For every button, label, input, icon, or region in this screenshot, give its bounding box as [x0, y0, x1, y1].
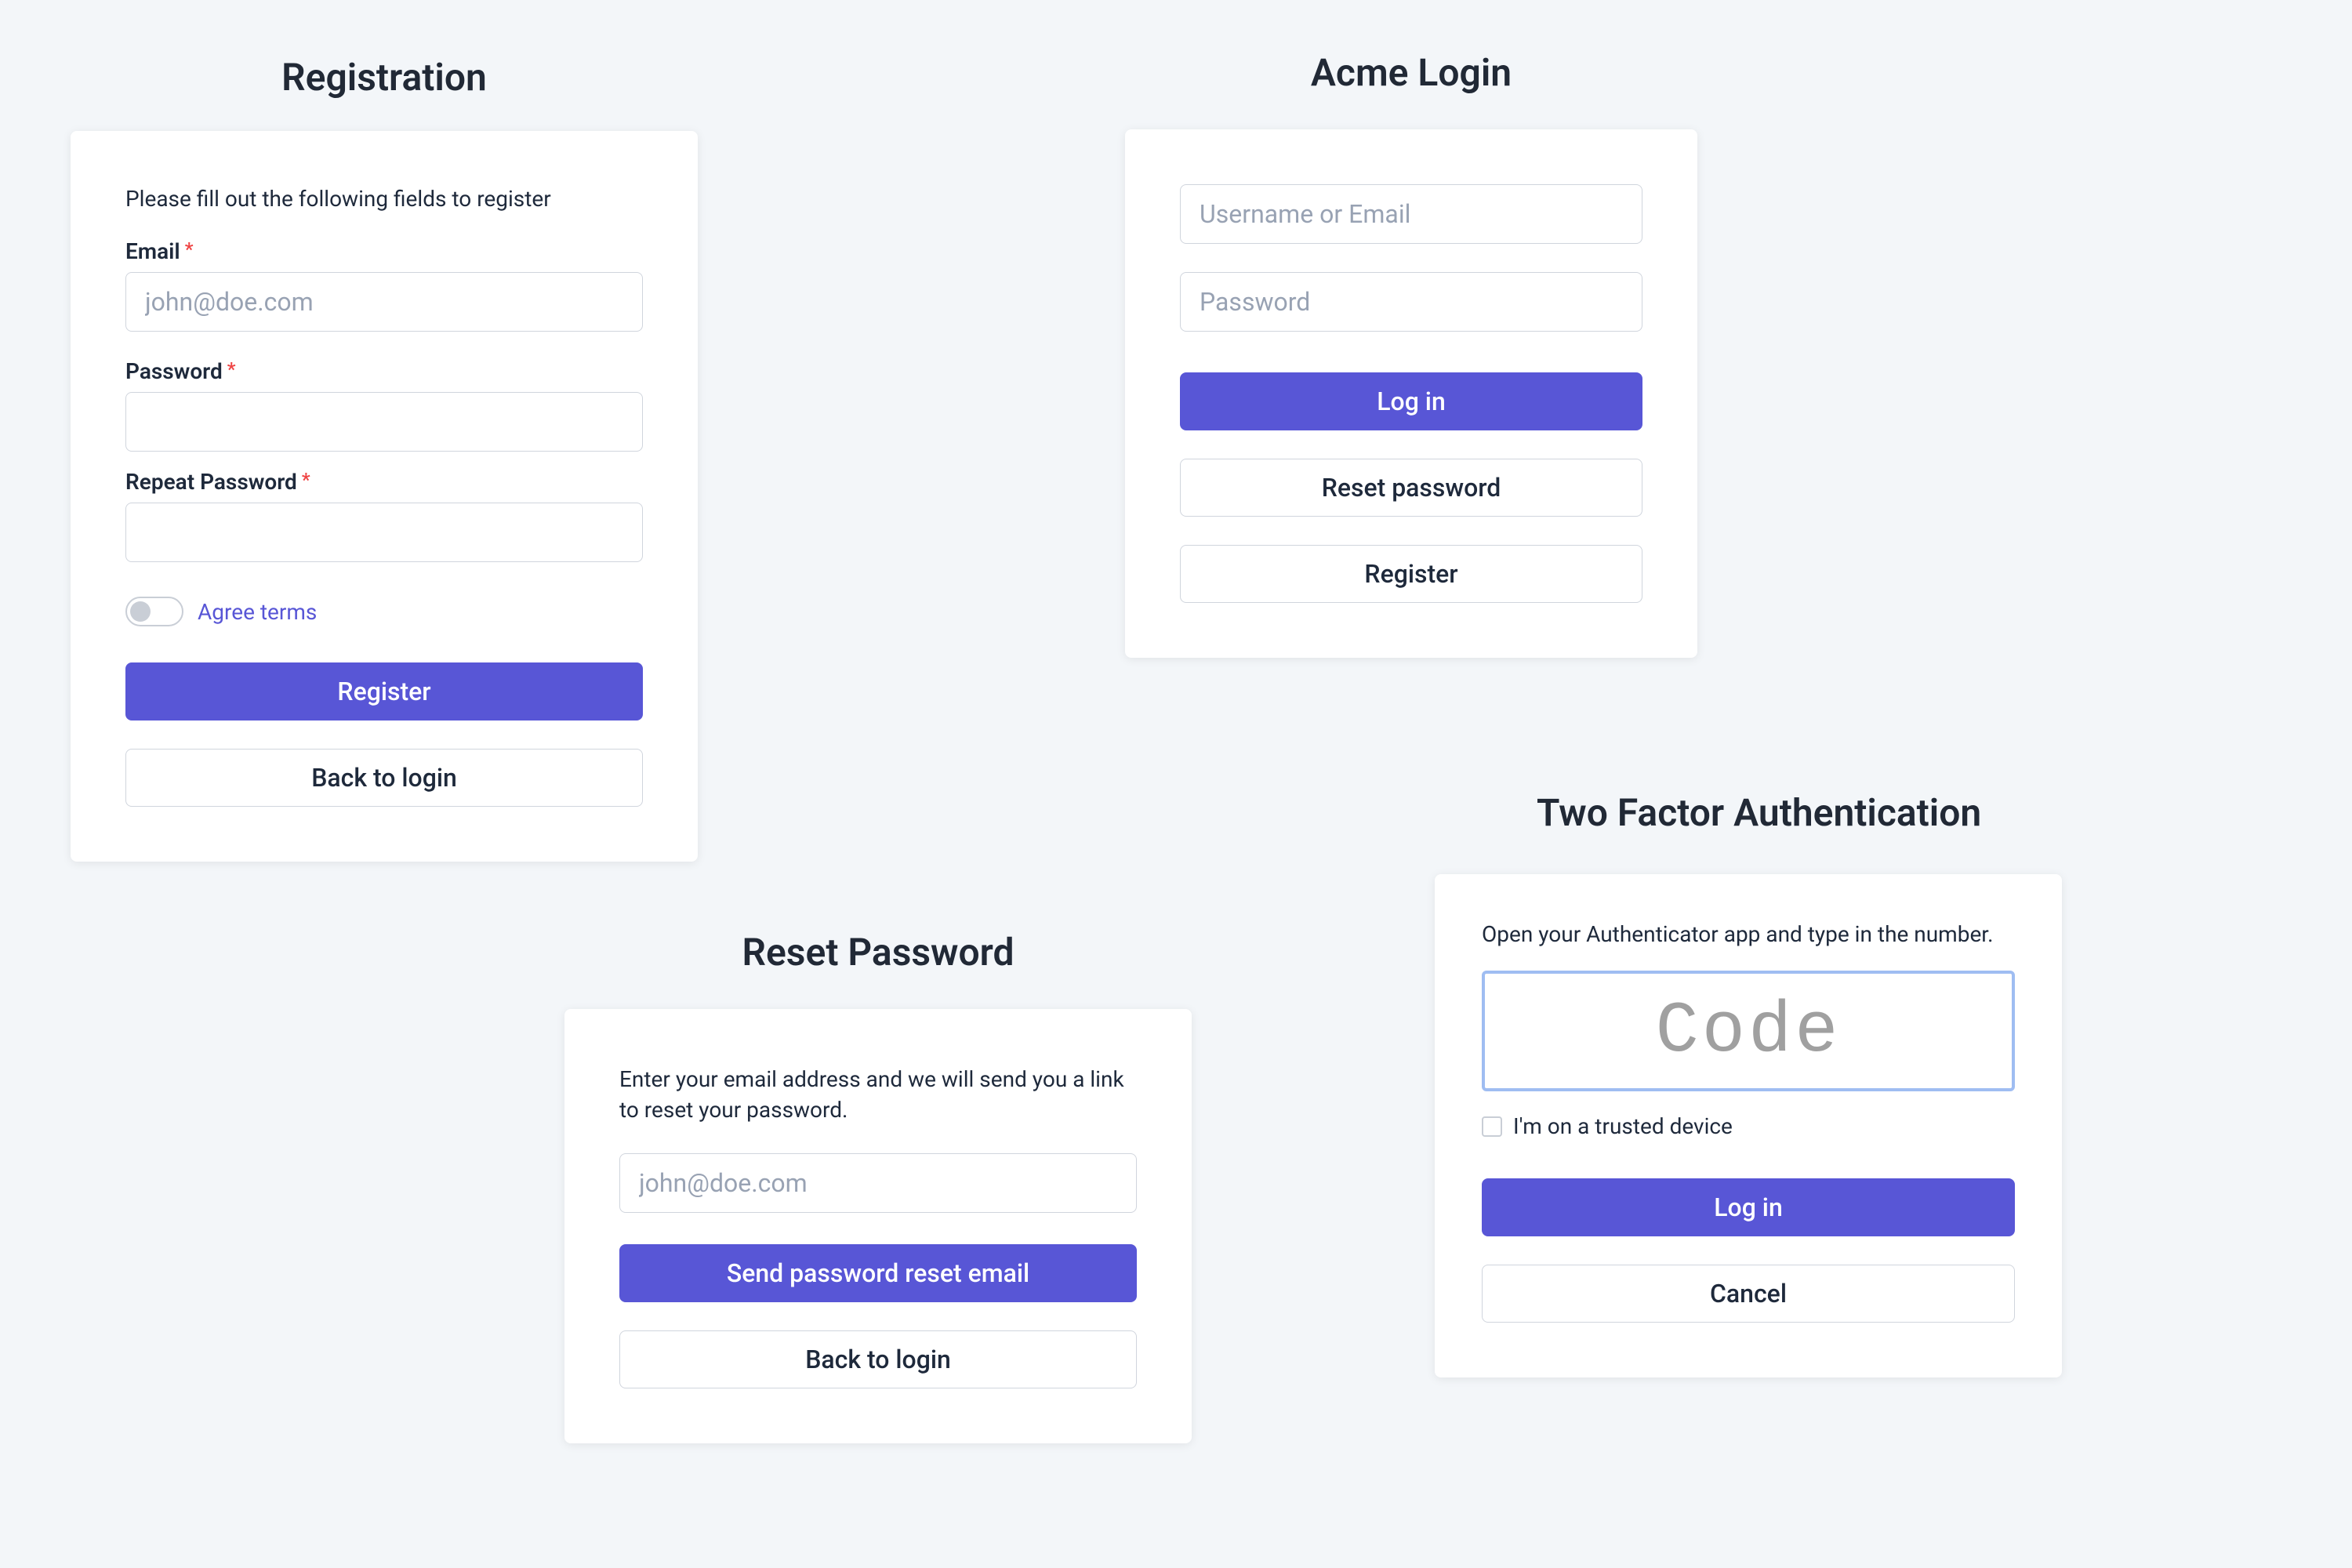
two-factor-title: Two Factor Authentication: [1537, 790, 2062, 835]
code-field[interactable]: [1482, 971, 2015, 1091]
email-field[interactable]: [125, 272, 643, 332]
reset-password-section: Reset Password Enter your email address …: [564, 930, 1192, 1443]
two-factor-section: Two Factor Authentication Open your Auth…: [1435, 790, 2062, 1377]
login-button[interactable]: Log in: [1180, 372, 1642, 430]
login-card: Log in Reset password Register: [1125, 129, 1697, 658]
reset-password-card: Enter your email address and we will sen…: [564, 1009, 1192, 1443]
password-label: Password: [125, 358, 643, 384]
reset-password-title: Reset Password: [564, 930, 1192, 975]
reset-password-button[interactable]: Reset password: [1180, 459, 1642, 517]
registration-title: Registration: [71, 55, 698, 100]
login-title: Acme Login: [1098, 50, 1725, 95]
trusted-device-checkbox[interactable]: [1482, 1116, 1502, 1137]
username-field[interactable]: [1180, 184, 1642, 244]
login-button[interactable]: Log in: [1482, 1178, 2015, 1236]
two-factor-instruction: Open your Authenticator app and type in …: [1482, 921, 2015, 947]
reset-instruction: Enter your email address and we will sen…: [619, 1064, 1137, 1125]
register-button[interactable]: Register: [1180, 545, 1642, 603]
login-section: Acme Login Log in Reset password Registe…: [1098, 50, 1725, 658]
back-to-login-button[interactable]: Back to login: [125, 749, 643, 807]
cancel-button[interactable]: Cancel: [1482, 1265, 2015, 1323]
password-field[interactable]: [1180, 272, 1642, 332]
two-factor-card: Open your Authenticator app and type in …: [1435, 874, 2062, 1377]
password-field[interactable]: [125, 392, 643, 452]
registration-card: Please fill out the following fields to …: [71, 131, 698, 862]
toggle-knob-icon: [130, 601, 151, 622]
agree-terms-toggle[interactable]: [125, 597, 183, 626]
registration-section: Registration Please fill out the followi…: [71, 55, 698, 862]
repeat-password-label: Repeat Password: [125, 469, 643, 495]
trusted-device-label[interactable]: I'm on a trusted device: [1513, 1113, 1733, 1139]
registration-instruction: Please fill out the following fields to …: [125, 186, 643, 212]
email-label: Email: [125, 238, 643, 264]
reset-email-field[interactable]: [619, 1153, 1137, 1213]
send-reset-email-button[interactable]: Send password reset email: [619, 1244, 1137, 1302]
back-to-login-button[interactable]: Back to login: [619, 1330, 1137, 1388]
register-button[interactable]: Register: [125, 662, 643, 720]
agree-terms-label[interactable]: Agree terms: [198, 599, 317, 625]
repeat-password-field[interactable]: [125, 503, 643, 562]
